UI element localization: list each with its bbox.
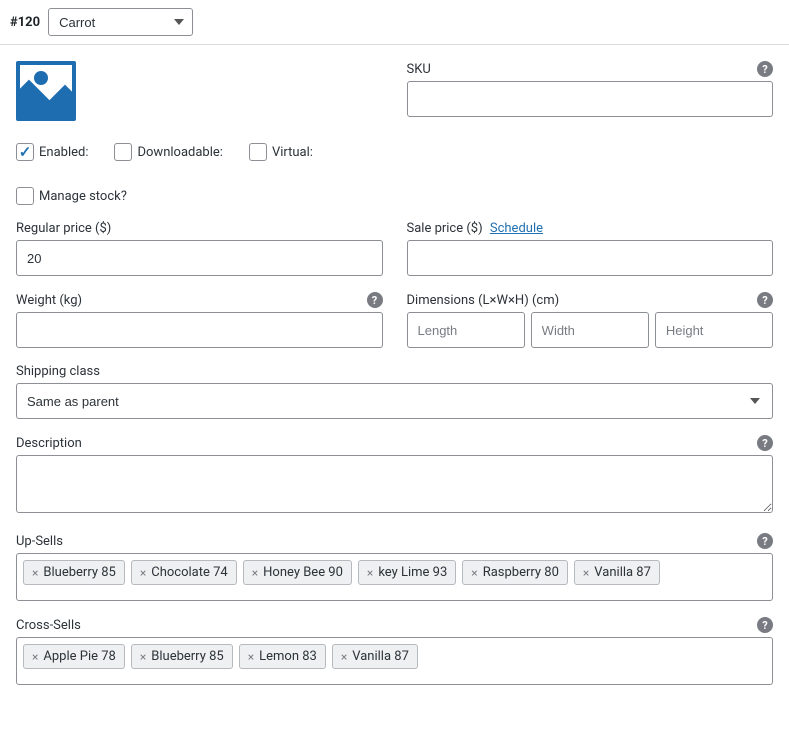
image-placeholder-icon xyxy=(20,65,72,117)
virtual-checkbox[interactable] xyxy=(249,143,267,161)
length-input[interactable] xyxy=(407,312,525,348)
enabled-checkbox-wrap[interactable]: Enabled: xyxy=(16,143,88,161)
help-icon[interactable]: ? xyxy=(757,61,773,77)
crosssells-label: Cross-Sells xyxy=(16,618,81,633)
tag-remove-icon[interactable]: × xyxy=(32,650,38,664)
tag-item: × Apple Pie 78 xyxy=(23,644,125,669)
tag-label: Chocolate 74 xyxy=(151,565,227,580)
regular-price-label: Regular price ($) xyxy=(16,221,111,236)
sale-price-input[interactable] xyxy=(407,240,774,276)
weight-input[interactable] xyxy=(16,312,383,348)
tag-label: Apple Pie 78 xyxy=(43,649,115,664)
tag-item: × Blueberry 85 xyxy=(23,560,125,585)
tag-remove-icon[interactable]: × xyxy=(341,650,347,664)
enabled-checkbox[interactable] xyxy=(16,143,34,161)
tag-item: × Lemon 83 xyxy=(239,644,326,669)
tag-item: × Vanilla 87 xyxy=(332,644,418,669)
tag-item: × Chocolate 74 xyxy=(131,560,237,585)
shipping-class-label: Shipping class xyxy=(16,364,100,379)
downloadable-checkbox[interactable] xyxy=(114,143,132,161)
tag-label: Vanilla 87 xyxy=(594,565,651,580)
dimensions-label: Dimensions (L×W×H) (cm) xyxy=(407,293,560,308)
tag-label: Honey Bee 90 xyxy=(263,565,343,580)
help-icon[interactable]: ? xyxy=(367,292,383,308)
manage-stock-checkbox[interactable] xyxy=(16,187,34,205)
help-icon[interactable]: ? xyxy=(757,617,773,633)
help-icon[interactable]: ? xyxy=(757,435,773,451)
tag-label: Raspberry 80 xyxy=(483,565,559,580)
tag-remove-icon[interactable]: × xyxy=(367,566,373,580)
tag-label: key Lime 93 xyxy=(378,565,447,580)
virtual-label: Virtual: xyxy=(272,145,313,160)
weight-label: Weight (kg) xyxy=(16,293,82,308)
sku-input[interactable] xyxy=(407,81,774,117)
enabled-label: Enabled: xyxy=(39,145,88,160)
variation-image-button[interactable] xyxy=(16,61,76,121)
shipping-class-select[interactable]: Same as parent xyxy=(16,383,773,419)
manage-stock-checkbox-wrap[interactable]: Manage stock? xyxy=(16,187,127,205)
width-input[interactable] xyxy=(531,312,649,348)
downloadable-checkbox-wrap[interactable]: Downloadable: xyxy=(114,143,222,161)
tag-label: Blueberry 85 xyxy=(43,565,115,580)
tag-remove-icon[interactable]: × xyxy=(252,566,258,580)
tag-item: × Blueberry 85 xyxy=(131,644,233,669)
tag-item: × Honey Bee 90 xyxy=(243,560,352,585)
height-input[interactable] xyxy=(655,312,773,348)
tag-item: × key Lime 93 xyxy=(358,560,456,585)
upsells-tag-input[interactable]: ×Blueberry 85×Chocolate 74×Honey Bee 90×… xyxy=(16,553,773,601)
downloadable-label: Downloadable: xyxy=(137,145,222,160)
tag-remove-icon[interactable]: × xyxy=(140,566,146,580)
crosssells-tag-input[interactable]: × Apple Pie 78 × Blueberry 85 × Lemon 83 × Vani… xyxy=(16,637,773,685)
sku-label: SKU xyxy=(407,62,431,77)
virtual-checkbox-wrap[interactable]: Virtual: xyxy=(249,143,313,161)
help-icon[interactable]: ? xyxy=(757,533,773,549)
tag-remove-icon[interactable]: × xyxy=(140,650,146,664)
sale-price-label: Sale price ($) xyxy=(407,221,483,236)
help-icon[interactable]: ? xyxy=(757,292,773,308)
variation-id: #120 xyxy=(10,15,40,30)
tag-label: Vanilla 87 xyxy=(352,649,409,664)
tag-remove-icon[interactable]: × xyxy=(583,566,589,580)
tag-label: Blueberry 85 xyxy=(151,649,223,664)
variation-attribute-select[interactable]: Carrot xyxy=(48,8,193,36)
schedule-link[interactable]: Schedule xyxy=(490,221,543,236)
tag-item: × Vanilla 87 xyxy=(574,560,660,585)
manage-stock-label: Manage stock? xyxy=(39,189,127,204)
tag-remove-icon[interactable]: × xyxy=(248,650,254,664)
description-label: Description xyxy=(16,436,82,451)
tag-item: × Raspberry 80 xyxy=(462,560,568,585)
regular-price-input[interactable] xyxy=(16,240,383,276)
upsells-label: Up-Sells xyxy=(16,534,63,549)
description-textarea[interactable] xyxy=(16,455,773,513)
tag-remove-icon[interactable]: × xyxy=(471,566,477,580)
variation-header: #120 Carrot xyxy=(0,0,789,45)
tag-label: Lemon 83 xyxy=(259,649,317,664)
tag-remove-icon[interactable]: × xyxy=(32,566,38,580)
